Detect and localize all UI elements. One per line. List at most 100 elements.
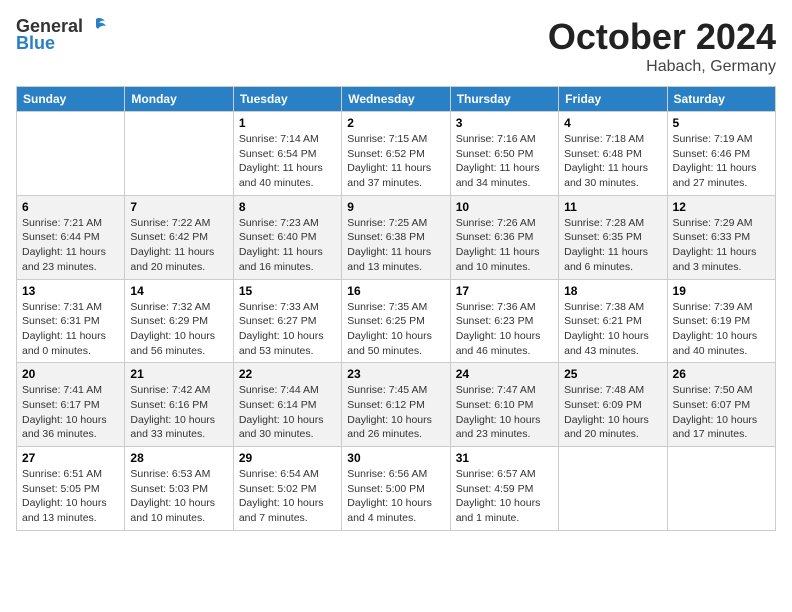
day-info: Sunrise: 7:31 AMSunset: 6:31 PMDaylight:…	[22, 300, 119, 359]
calendar-cell: 11Sunrise: 7:28 AMSunset: 6:35 PMDayligh…	[559, 195, 667, 279]
calendar-cell: 29 Sunrise: 6:54 AMSunset: 5:02 PMDayligh…	[233, 447, 341, 531]
day-number: 15	[239, 284, 336, 298]
day-number: 10	[456, 200, 553, 214]
day-info: Sunrise: 6:51 AMSunset: 5:05 PMDaylight:…	[22, 467, 119, 526]
day-info: Sunrise: 6:57 AMSunset: 4:59 PMDaylight:…	[456, 467, 553, 526]
day-number: 2	[347, 116, 444, 130]
calendar-cell: 12 Sunrise: 7:29 AMSunset: 6:33 PMDayligh…	[667, 195, 775, 279]
calendar-cell: 28 Sunrise: 6:53 AMSunset: 5:03 PMDayligh…	[125, 447, 233, 531]
day-info: Sunrise: 6:56 AMSunset: 5:00 PMDaylight:…	[347, 467, 444, 526]
calendar-cell: 17Sunrise: 7:36 AMSunset: 6:23 PMDayligh…	[450, 279, 558, 363]
weekday-header-sunday: Sunday	[17, 87, 125, 112]
day-number: 11	[564, 200, 661, 214]
day-number: 13	[22, 284, 119, 298]
calendar-cell	[125, 112, 233, 196]
calendar-cell	[17, 112, 125, 196]
day-number: 21	[130, 367, 227, 381]
day-number: 14	[130, 284, 227, 298]
calendar-week-row: 20Sunrise: 7:41 AMSunset: 6:17 PMDayligh…	[17, 363, 776, 447]
day-info: Sunrise: 6:54 AMSunset: 5:02 PMDaylight:…	[239, 467, 336, 526]
calendar-cell: 21 Sunrise: 7:42 AMSunset: 6:16 PMDayligh…	[125, 363, 233, 447]
day-number: 23	[347, 367, 444, 381]
day-info: Sunrise: 7:41 AMSunset: 6:17 PMDaylight:…	[22, 383, 119, 442]
calendar-cell: 27 Sunrise: 6:51 AMSunset: 5:05 PMDayligh…	[17, 447, 125, 531]
day-info: Sunrise: 7:38 AMSunset: 6:21 PMDaylight:…	[564, 300, 661, 359]
day-number: 3	[456, 116, 553, 130]
day-number: 12	[673, 200, 770, 214]
day-info: Sunrise: 7:22 AMSunset: 6:42 PMDaylight:…	[130, 216, 227, 275]
day-info: Sunrise: 7:16 AMSunset: 6:50 PMDaylight:…	[456, 132, 553, 191]
logo-blue-text: Blue	[16, 33, 55, 54]
calendar-cell: 26Sunrise: 7:50 AMSunset: 6:07 PMDayligh…	[667, 363, 775, 447]
day-number: 18	[564, 284, 661, 298]
day-info: Sunrise: 7:15 AMSunset: 6:52 PMDaylight:…	[347, 132, 444, 191]
calendar-header-row: SundayMondayTuesdayWednesdayThursdayFrid…	[17, 87, 776, 112]
calendar-cell: 8Sunrise: 7:23 AMSunset: 6:40 PMDaylight…	[233, 195, 341, 279]
day-info: Sunrise: 7:42 AMSunset: 6:16 PMDaylight:…	[130, 383, 227, 442]
day-info: Sunrise: 6:53 AMSunset: 5:03 PMDaylight:…	[130, 467, 227, 526]
calendar-cell	[559, 447, 667, 531]
calendar-cell: 22 Sunrise: 7:44 AMSunset: 6:14 PMDayligh…	[233, 363, 341, 447]
day-number: 9	[347, 200, 444, 214]
calendar-cell: 25 Sunrise: 7:48 AMSunset: 6:09 PMDayligh…	[559, 363, 667, 447]
day-number: 16	[347, 284, 444, 298]
day-number: 31	[456, 451, 553, 465]
day-info: Sunrise: 7:45 AMSunset: 6:12 PMDaylight:…	[347, 383, 444, 442]
calendar-cell: 10 Sunrise: 7:26 AMSunset: 6:36 PMDayligh…	[450, 195, 558, 279]
day-number: 8	[239, 200, 336, 214]
day-info: Sunrise: 7:29 AMSunset: 6:33 PMDaylight:…	[673, 216, 770, 275]
calendar-cell: 14Sunrise: 7:32 AMSunset: 6:29 PMDayligh…	[125, 279, 233, 363]
day-info: Sunrise: 7:14 AMSunset: 6:54 PMDaylight:…	[239, 132, 336, 191]
weekday-header-wednesday: Wednesday	[342, 87, 450, 112]
day-number: 27	[22, 451, 119, 465]
day-number: 1	[239, 116, 336, 130]
day-number: 19	[673, 284, 770, 298]
calendar-cell	[667, 447, 775, 531]
calendar-cell: 20Sunrise: 7:41 AMSunset: 6:17 PMDayligh…	[17, 363, 125, 447]
day-number: 5	[673, 116, 770, 130]
calendar-cell: 2 Sunrise: 7:15 AMSunset: 6:52 PMDaylight…	[342, 112, 450, 196]
calendar-cell: 23 Sunrise: 7:45 AMSunset: 6:12 PMDayligh…	[342, 363, 450, 447]
page-header: General Blue October 2024 Habach, German…	[16, 16, 776, 76]
day-info: Sunrise: 7:19 AMSunset: 6:46 PMDaylight:…	[673, 132, 770, 191]
calendar-cell: 31 Sunrise: 6:57 AMSunset: 4:59 PMDayligh…	[450, 447, 558, 531]
weekday-header-saturday: Saturday	[667, 87, 775, 112]
location-title: Habach, Germany	[548, 58, 776, 76]
day-info: Sunrise: 7:18 AMSunset: 6:48 PMDaylight:…	[564, 132, 661, 191]
calendar-cell: 15 Sunrise: 7:33 AMSunset: 6:27 PMDayligh…	[233, 279, 341, 363]
calendar-week-row: 13 Sunrise: 7:31 AMSunset: 6:31 PMDayligh…	[17, 279, 776, 363]
calendar-cell: 7Sunrise: 7:22 AMSunset: 6:42 PMDaylight…	[125, 195, 233, 279]
day-info: Sunrise: 7:25 AMSunset: 6:38 PMDaylight:…	[347, 216, 444, 275]
calendar-cell: 5 Sunrise: 7:19 AMSunset: 6:46 PMDaylight…	[667, 112, 775, 196]
day-number: 25	[564, 367, 661, 381]
weekday-header-thursday: Thursday	[450, 87, 558, 112]
calendar-cell: 19 Sunrise: 7:39 AMSunset: 6:19 PMDayligh…	[667, 279, 775, 363]
day-info: Sunrise: 7:50 AMSunset: 6:07 PMDaylight:…	[673, 383, 770, 442]
day-info: Sunrise: 7:33 AMSunset: 6:27 PMDaylight:…	[239, 300, 336, 359]
calendar-cell: 18 Sunrise: 7:38 AMSunset: 6:21 PMDayligh…	[559, 279, 667, 363]
day-number: 6	[22, 200, 119, 214]
day-number: 24	[456, 367, 553, 381]
day-info: Sunrise: 7:26 AMSunset: 6:36 PMDaylight:…	[456, 216, 553, 275]
day-info: Sunrise: 7:39 AMSunset: 6:19 PMDaylight:…	[673, 300, 770, 359]
calendar-week-row: 1 Sunrise: 7:14 AMSunset: 6:54 PMDaylight…	[17, 112, 776, 196]
month-title: October 2024	[548, 16, 776, 58]
calendar-cell: 9 Sunrise: 7:25 AMSunset: 6:38 PMDaylight…	[342, 195, 450, 279]
day-info: Sunrise: 7:36 AMSunset: 6:23 PMDaylight:…	[456, 300, 553, 359]
calendar-table: SundayMondayTuesdayWednesdayThursdayFrid…	[16, 86, 776, 531]
day-number: 29	[239, 451, 336, 465]
title-area: October 2024 Habach, Germany	[548, 16, 776, 76]
calendar-cell: 6Sunrise: 7:21 AMSunset: 6:44 PMDaylight…	[17, 195, 125, 279]
day-number: 22	[239, 367, 336, 381]
day-info: Sunrise: 7:48 AMSunset: 6:09 PMDaylight:…	[564, 383, 661, 442]
day-info: Sunrise: 7:44 AMSunset: 6:14 PMDaylight:…	[239, 383, 336, 442]
day-info: Sunrise: 7:35 AMSunset: 6:25 PMDaylight:…	[347, 300, 444, 359]
logo-bird-icon	[85, 17, 107, 37]
logo: General Blue	[16, 16, 107, 54]
calendar-cell: 4Sunrise: 7:18 AMSunset: 6:48 PMDaylight…	[559, 112, 667, 196]
weekday-header-friday: Friday	[559, 87, 667, 112]
day-number: 28	[130, 451, 227, 465]
day-number: 30	[347, 451, 444, 465]
calendar-cell: 30 Sunrise: 6:56 AMSunset: 5:00 PMDayligh…	[342, 447, 450, 531]
calendar-cell: 3 Sunrise: 7:16 AMSunset: 6:50 PMDaylight…	[450, 112, 558, 196]
